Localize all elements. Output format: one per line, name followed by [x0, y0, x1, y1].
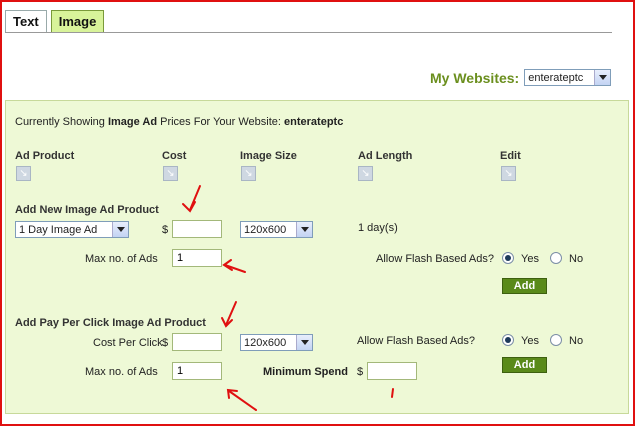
ppc-flash-no-label: No: [569, 335, 584, 347]
cost-input[interactable]: [172, 220, 222, 238]
sort-icon[interactable]: [163, 166, 178, 181]
ad-product-select[interactable]: 1 Day Image Ad: [15, 221, 129, 238]
ppc-flash-label: Allow Flash Based Ads?: [357, 335, 476, 347]
flash-no-label: No: [569, 253, 584, 265]
currency-symbol: $: [162, 337, 169, 349]
minimum-spend-input[interactable]: [367, 362, 417, 380]
chevron-down-icon[interactable]: [296, 222, 312, 237]
website-select[interactable]: enterateptc: [524, 69, 612, 86]
flash-no-radio[interactable]: [550, 252, 562, 264]
flash-yes-label: Yes: [521, 253, 539, 265]
sort-icon[interactable]: [16, 166, 31, 181]
header-ad-product: Ad Product: [15, 150, 75, 162]
header-image-size: Image Size: [240, 150, 297, 162]
max-ads-input[interactable]: [172, 249, 222, 267]
ppc-section-title: Add Pay Per Click Image Ad Product: [15, 317, 206, 329]
flash-yes-radio[interactable]: [502, 252, 514, 264]
tab-image[interactable]: Image: [50, 10, 105, 33]
ad-length-value: 1 day(s): [358, 222, 398, 234]
add-ppc-ad-button[interactable]: Add: [502, 357, 547, 373]
chevron-down-icon[interactable]: [594, 70, 611, 85]
currency-symbol: $: [162, 224, 169, 236]
ppc-max-ads-input[interactable]: [172, 362, 222, 380]
cost-per-click-label: Cost Per Click: [93, 337, 163, 349]
cost-per-click-input[interactable]: [172, 333, 222, 351]
image-size-select[interactable]: 120x600: [240, 221, 313, 238]
add-image-ad-button[interactable]: Add: [502, 278, 547, 294]
chevron-down-icon[interactable]: [112, 222, 128, 237]
ppc-max-ads-label: Max no. of Ads: [85, 366, 158, 378]
tab-divider: [5, 32, 612, 33]
tab-text[interactable]: Text: [5, 10, 47, 33]
min-spend-currency: $: [357, 366, 364, 378]
sort-icon[interactable]: [241, 166, 256, 181]
showing-caption: Currently Showing Image Ad Prices For Yo…: [15, 116, 344, 128]
website-select-value: enterateptc: [528, 71, 584, 84]
sort-icon[interactable]: [501, 166, 516, 181]
image-ad-section-title: Add New Image Ad Product: [15, 204, 159, 216]
my-websites-label: My Websites:: [430, 69, 520, 86]
chevron-down-icon[interactable]: [296, 335, 312, 350]
ppc-flash-yes-radio[interactable]: [502, 334, 514, 346]
ppc-flash-no-radio[interactable]: [550, 334, 562, 346]
header-cost: Cost: [162, 150, 187, 162]
header-ad-length: Ad Length: [358, 150, 413, 162]
ppc-flash-yes-label: Yes: [521, 335, 539, 347]
my-websites: My Websites: enterateptc: [430, 69, 612, 86]
current-website-name: enterateptc: [284, 116, 344, 128]
minimum-spend-label: Minimum Spend: [263, 366, 348, 378]
sort-icon[interactable]: [358, 166, 373, 181]
ppc-image-size-select[interactable]: 120x600: [240, 334, 313, 351]
tab-bar: Text Image: [5, 10, 108, 33]
max-ads-label: Max no. of Ads: [85, 253, 158, 265]
pricing-panel: Currently Showing Image Ad Prices For Yo…: [5, 100, 629, 414]
flash-label: Allow Flash Based Ads?: [376, 253, 495, 265]
header-edit: Edit: [500, 150, 521, 162]
